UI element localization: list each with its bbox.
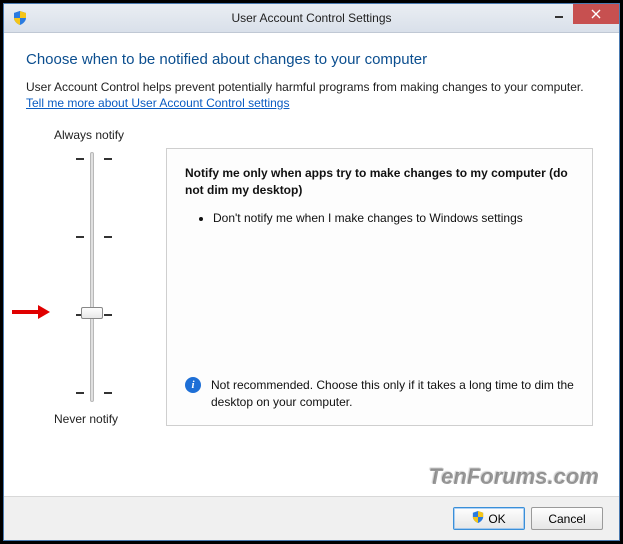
description-bullet: Don't notify me when I make changes to W… bbox=[213, 209, 574, 227]
page-heading: Choose when to be notified about changes… bbox=[26, 51, 597, 68]
slider-thumb[interactable] bbox=[81, 307, 103, 319]
info-icon: i bbox=[185, 377, 201, 393]
cancel-button[interactable]: Cancel bbox=[531, 507, 603, 530]
slider-tick bbox=[76, 392, 112, 394]
shield-icon bbox=[12, 10, 28, 26]
ok-button[interactable]: OK bbox=[453, 507, 525, 530]
description-title: Notify me only when apps try to make cha… bbox=[185, 165, 574, 199]
minimize-button[interactable] bbox=[545, 4, 573, 24]
slider-label-bottom: Never notify bbox=[54, 412, 166, 426]
main-area: Always notify Never notify Notify me onl… bbox=[26, 128, 597, 426]
slider-column: Always notify Never notify bbox=[26, 128, 166, 426]
info-text: Not recommended. Choose this only if it … bbox=[211, 377, 574, 411]
slider-label-top: Always notify bbox=[54, 128, 166, 142]
titlebar: User Account Control Settings bbox=[4, 4, 619, 33]
window-controls bbox=[545, 4, 619, 24]
window-title: User Account Control Settings bbox=[4, 11, 619, 25]
ok-label: OK bbox=[488, 512, 505, 526]
slider-tick bbox=[76, 236, 112, 238]
slider-tick bbox=[76, 158, 112, 160]
close-button[interactable] bbox=[573, 4, 619, 24]
cancel-label: Cancel bbox=[548, 512, 585, 526]
slider-track bbox=[90, 152, 94, 402]
content-area: Choose when to be notified about changes… bbox=[4, 33, 619, 496]
uac-settings-window: User Account Control Settings Choose whe… bbox=[3, 3, 620, 541]
description-list: Don't notify me when I make changes to W… bbox=[213, 209, 574, 227]
page-subtext: User Account Control helps prevent poten… bbox=[26, 80, 597, 94]
help-link[interactable]: Tell me more about User Account Control … bbox=[26, 96, 289, 110]
notification-slider[interactable] bbox=[76, 152, 112, 402]
shield-icon bbox=[472, 511, 484, 526]
annotation-arrow bbox=[12, 305, 50, 319]
description-panel: Notify me only when apps try to make cha… bbox=[166, 148, 593, 426]
info-row: i Not recommended. Choose this only if i… bbox=[185, 377, 574, 411]
footer: OK Cancel bbox=[4, 496, 619, 540]
